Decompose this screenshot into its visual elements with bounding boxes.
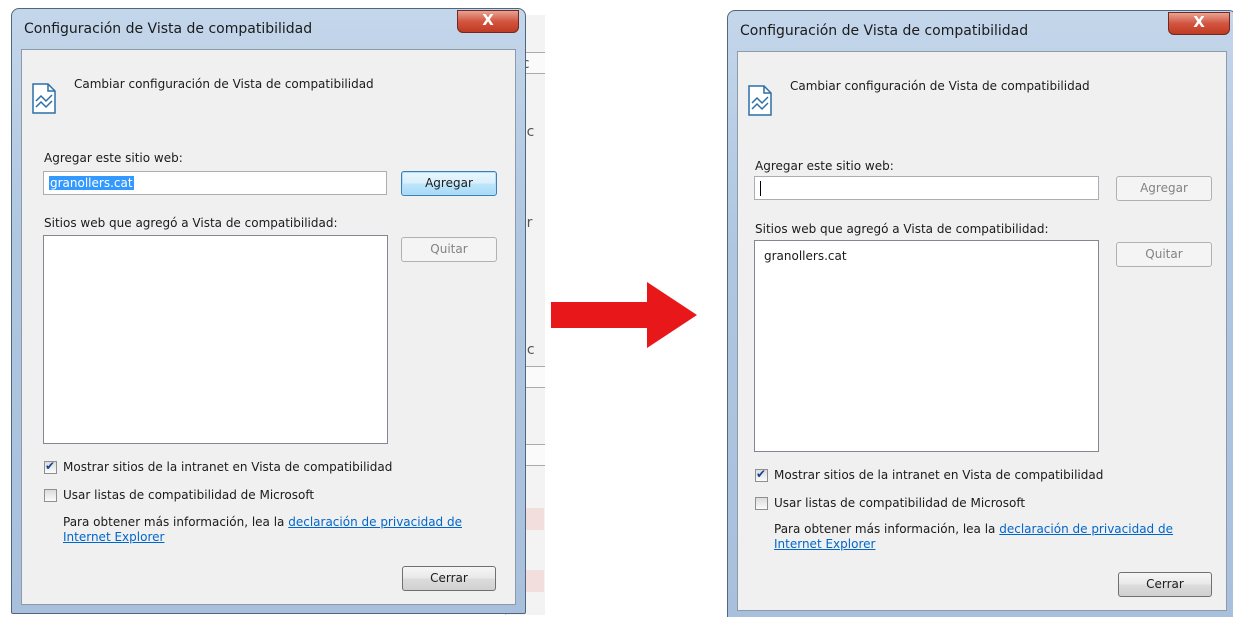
page-icon [748, 85, 772, 116]
add-button[interactable]: Agregar [401, 171, 497, 196]
info-text: Para obtener más información, lea la dec… [774, 522, 1194, 552]
add-site-input-value: granollers.cat [49, 176, 134, 190]
dialog-client-area: Cambiar configuración de Vista de compat… [21, 49, 516, 605]
remove-button[interactable]: Quitar [401, 237, 497, 262]
intranet-checkbox-label[interactable]: Mostrar sitios de la intranet en Vista d… [774, 468, 1103, 482]
intranet-checkbox[interactable]: ✔ [755, 467, 768, 482]
dialog-window: Configuración de Vista de compatibilidad… [727, 10, 1233, 617]
add-site-label: Agregar este sitio web: [755, 159, 894, 173]
text-caret [760, 181, 761, 196]
dialog-title: Configuración de Vista de compatibilidad [740, 23, 1029, 39]
add-site-input[interactable] [754, 176, 1099, 200]
close-button[interactable]: Cerrar [1118, 572, 1212, 597]
ms-lists-checkbox-label[interactable]: Usar listas de compatibilidad de Microso… [63, 488, 314, 502]
header-text: Cambiar configuración de Vista de compat… [74, 77, 374, 91]
close-button[interactable]: Cerrar [402, 566, 496, 591]
dialog-window: Configuración de Vista de compatibilidad… [11, 8, 526, 614]
list-item[interactable]: granollers.cat [764, 249, 847, 263]
ms-lists-checkbox[interactable] [755, 497, 768, 510]
add-site-label: Agregar este sitio web: [44, 151, 183, 165]
sites-listbox[interactable] [43, 235, 388, 444]
dialog-client-area: Cambiar configuración de Vista de compat… [737, 51, 1227, 611]
sites-listbox[interactable]: granollers.cat [754, 240, 1099, 452]
remove-button[interactable]: Quitar [1116, 242, 1212, 267]
dialog-title: Configuración de Vista de compatibilidad [24, 21, 313, 37]
list-label: Sitios web que agregó a Vista de compati… [755, 222, 1049, 236]
close-window-button[interactable]: X [1168, 12, 1230, 35]
close-window-button[interactable]: X [457, 10, 519, 33]
info-prefix: Para obtener más información, lea la [774, 522, 996, 536]
add-button[interactable]: Agregar [1116, 176, 1212, 201]
right-arrow-icon [551, 282, 697, 348]
title-bar[interactable]: Configuración de Vista de compatibilidad… [728, 11, 1233, 51]
info-prefix: Para obtener más información, lea la [63, 515, 285, 529]
header-text: Cambiar configuración de Vista de compat… [790, 79, 1090, 93]
screenshot-after: Configuración de Vista de compatibilidad… [718, 0, 1233, 617]
title-bar[interactable]: Configuración de Vista de compatibilidad… [12, 9, 525, 49]
intranet-checkbox[interactable]: ✔ [44, 459, 57, 474]
list-label: Sitios web que agregó a Vista de compati… [44, 216, 338, 230]
intranet-checkbox-label[interactable]: Mostrar sitios de la intranet en Vista d… [63, 460, 392, 474]
checkmark-icon: ✔ [756, 467, 767, 481]
screenshot-before: ic ec l or o nc F Configuración de Vista… [0, 0, 545, 617]
ms-lists-checkbox[interactable] [44, 489, 57, 502]
add-site-input[interactable]: granollers.cat [43, 171, 387, 195]
info-text: Para obtener más información, lea la dec… [63, 515, 483, 545]
checkmark-icon: ✔ [45, 459, 56, 473]
ms-lists-checkbox-label[interactable]: Usar listas de compatibilidad de Microso… [774, 496, 1025, 510]
page-icon [32, 83, 56, 114]
